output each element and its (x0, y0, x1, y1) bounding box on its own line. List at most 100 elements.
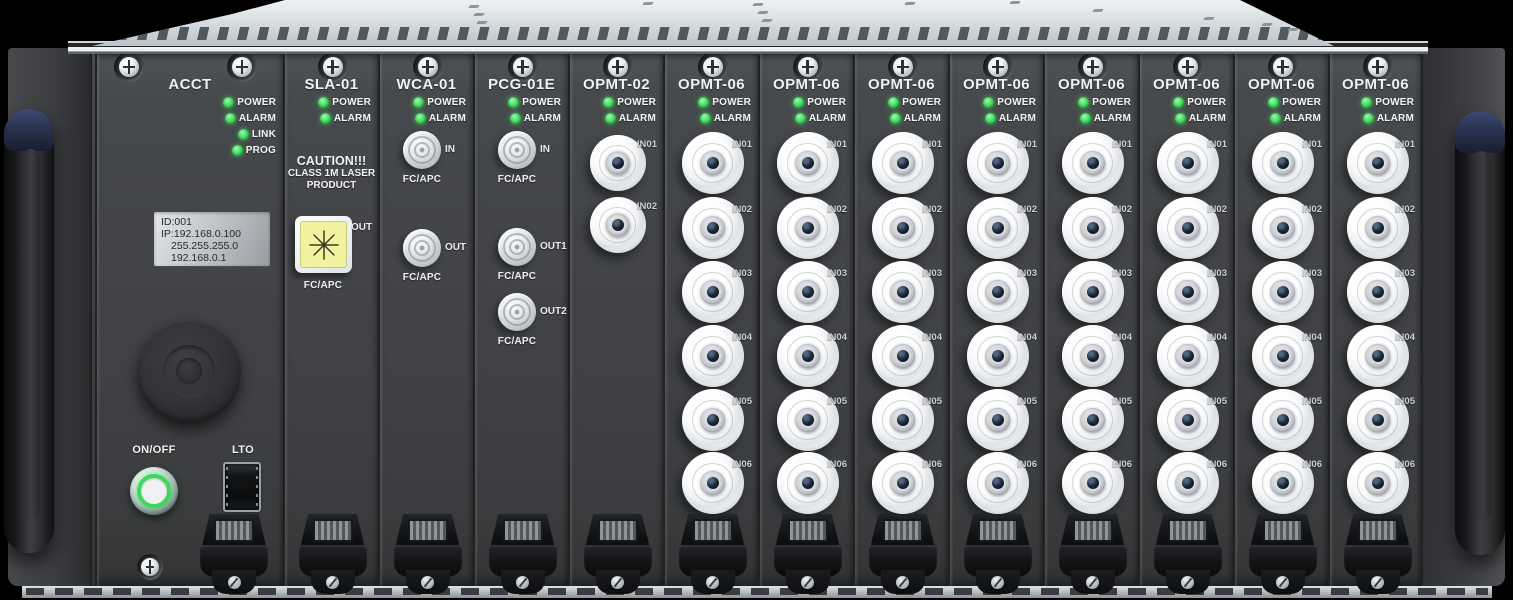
module-5-opmt-06: OPMT-06POWERALARMIN01IN02IN03IN04IN05IN0… (663, 54, 758, 586)
port-hole (1372, 414, 1384, 426)
led-block: POWERALARM (950, 94, 1043, 126)
module-slots: ACCTPOWERALARMLINKPROGID:001IP:192.168.0… (0, 0, 1513, 600)
port-label: IN02 (1302, 204, 1322, 215)
port-label: IN05 (732, 396, 752, 407)
module-11-opmt-06: OPMT-06POWERALARMIN01IN02IN03IN04IN05IN0… (1233, 54, 1328, 586)
port-hole (1372, 286, 1384, 298)
led-label: POWER (997, 97, 1036, 108)
power-button[interactable] (130, 467, 178, 515)
power-button-label: ON/OFF (109, 444, 199, 456)
lever-grip (1346, 514, 1410, 546)
port-hole (1182, 350, 1194, 362)
jog-knob[interactable] (137, 319, 241, 423)
port-hole (1087, 414, 1099, 426)
ejector-lever[interactable] (964, 514, 1032, 594)
port-label: IN05 (922, 396, 942, 407)
led-label: ALARM (1189, 113, 1226, 124)
alarm-led (320, 113, 331, 124)
port-hole (1087, 477, 1099, 489)
lever-screw (611, 576, 624, 589)
ejector-lever[interactable] (679, 514, 747, 594)
alarm-led (1175, 113, 1186, 124)
power-led (318, 97, 329, 108)
led-label: POWER (807, 97, 846, 108)
port-hole (992, 286, 1004, 298)
port-hole (802, 222, 814, 234)
port-hole (1182, 414, 1194, 426)
module-title: OPMT-06 (855, 76, 948, 93)
port-label: IN02 (637, 201, 657, 212)
ejector-lever[interactable] (489, 514, 557, 594)
screw-slot (802, 66, 814, 69)
module-title: OPMT-02 (570, 76, 663, 93)
vent-hole (1203, 17, 1215, 20)
rack-handle-left[interactable] (4, 109, 54, 553)
port-hole (897, 477, 909, 489)
led-block: POWERALARM (1330, 94, 1421, 126)
led-block: POWERALARM (380, 94, 473, 126)
port-label: IN02 (1112, 204, 1132, 215)
led-row: POWER (380, 94, 473, 110)
port-label: IN01 (827, 139, 847, 150)
port-label: IN01 (922, 139, 942, 150)
module-title: OPMT-06 (1330, 76, 1421, 93)
port-hole (1372, 350, 1384, 362)
lever-grip (681, 514, 745, 546)
led-row: ALARM (1330, 110, 1421, 126)
port-hole (992, 222, 1004, 234)
ejector-lever[interactable] (394, 514, 462, 594)
ejector-lever[interactable] (774, 514, 842, 594)
power-led (888, 97, 899, 108)
lever-grip-ribs (693, 519, 733, 542)
led-row: POWER (97, 94, 283, 110)
ejector-lever[interactable] (200, 514, 268, 594)
vent-hole (757, 11, 769, 14)
port-hole (612, 219, 624, 231)
port-hole (1277, 222, 1289, 234)
port-hole (1087, 286, 1099, 298)
port-label: IN06 (1302, 459, 1322, 470)
led-row: POWER (475, 94, 568, 110)
ejector-lever[interactable] (584, 514, 652, 594)
lever-grip-ribs (978, 519, 1018, 542)
sfp-port[interactable] (223, 462, 261, 512)
led-block: POWERALARM (1140, 94, 1233, 126)
alarm-led (605, 113, 616, 124)
port-label: IN02 (732, 204, 752, 215)
vent-hole (904, 2, 916, 5)
alarm-led (890, 113, 901, 124)
ejector-lever[interactable] (1059, 514, 1127, 594)
port-hole (992, 157, 1004, 169)
port-hole (1182, 157, 1194, 169)
port-label: IN02 (922, 204, 942, 215)
port-label: IN04 (1302, 332, 1322, 343)
link-led (238, 129, 249, 140)
port-hole (897, 350, 909, 362)
port-hole (707, 350, 719, 362)
alarm-led (225, 113, 236, 124)
port-hole (707, 157, 719, 169)
led-label: POWER (522, 97, 561, 108)
led-label: POWER (617, 97, 656, 108)
port-label: IN03 (1207, 268, 1227, 279)
panel-thumbscrew-bottom[interactable] (137, 554, 163, 580)
rack-handle-right[interactable] (1455, 111, 1505, 555)
ejector-lever[interactable] (1249, 514, 1317, 594)
port-label: IN02 (1017, 204, 1037, 215)
ejector-lever[interactable] (869, 514, 937, 594)
vent-slots (100, 27, 1363, 40)
port-label: OUT1 (540, 241, 567, 252)
led-label: POWER (1092, 97, 1131, 108)
port-label: IN01 (732, 139, 752, 150)
port-label: IN04 (827, 332, 847, 343)
port-label: IN06 (827, 459, 847, 470)
ejector-lever[interactable] (1154, 514, 1222, 594)
port-hole (1372, 157, 1384, 169)
rack-chassis-front: ACCTPOWERALARMLINKPROGID:001IP:192.168.0… (0, 0, 1513, 600)
ejector-lever[interactable] (1344, 514, 1412, 594)
ejector-lever[interactable] (299, 514, 367, 594)
led-row: POWER (950, 94, 1043, 110)
led-row: POWER (855, 94, 948, 110)
module-title: OPMT-06 (1045, 76, 1138, 93)
lever-screw (991, 576, 1004, 589)
